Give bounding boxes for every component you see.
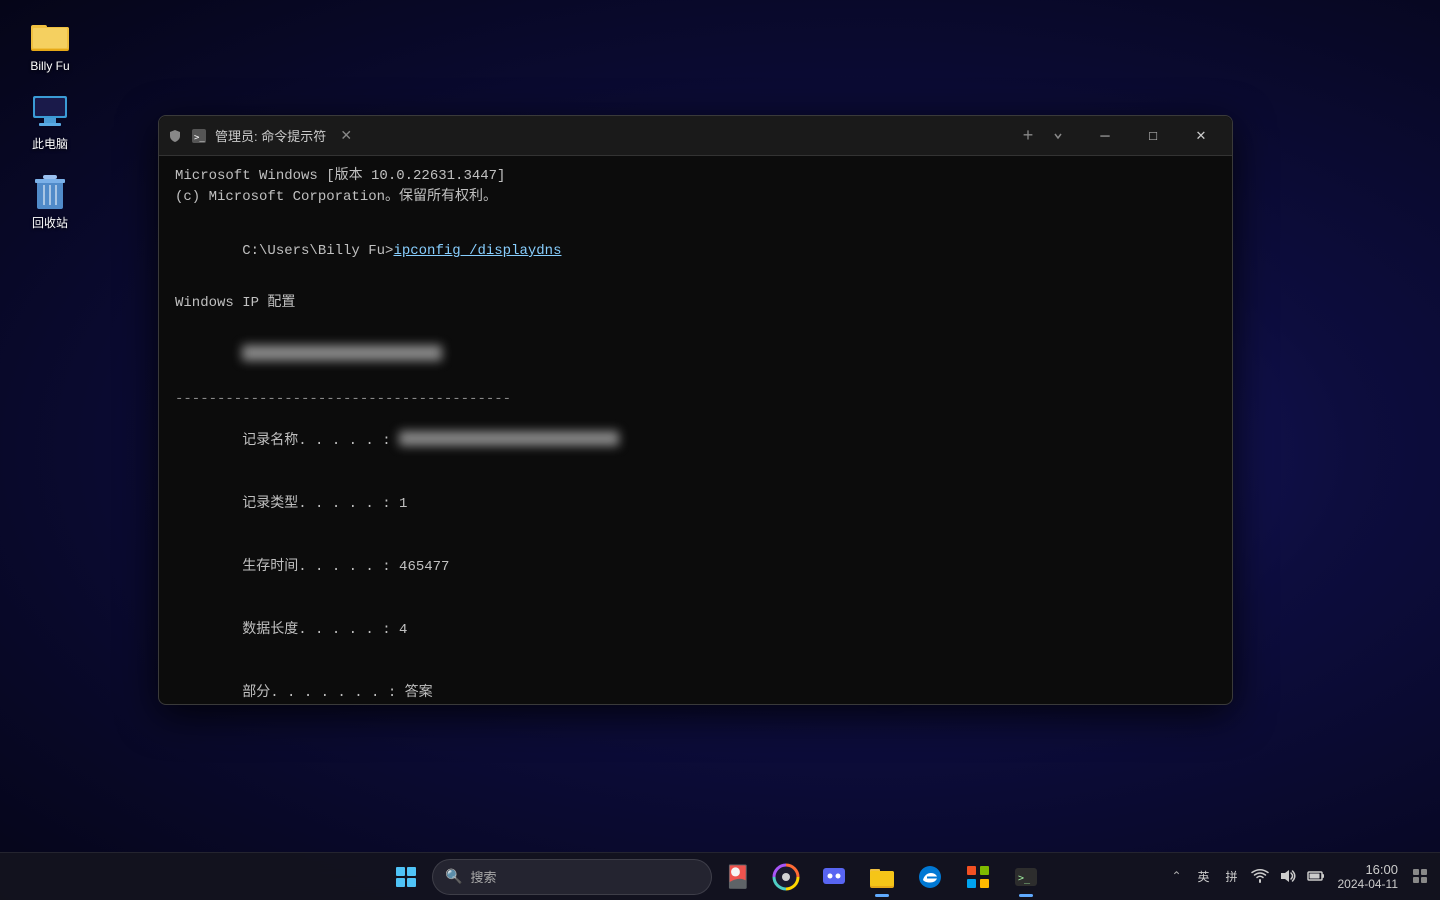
- new-tab-button[interactable]: +: [1014, 122, 1042, 150]
- record1-type: 记录类型. . . . . : 1: [175, 473, 1216, 536]
- this-pc-label: 此电脑: [32, 137, 68, 151]
- cmd-icon: >_: [191, 128, 207, 144]
- desktop-icon-recycle-bin[interactable]: 回收站: [10, 167, 90, 235]
- terminal-window: >_ 管理员: 命令提示符 ✕ + ─ □ ✕ Microsoft Window…: [158, 115, 1233, 705]
- title-bar: >_ 管理员: 命令提示符 ✕ + ─ □ ✕: [159, 116, 1232, 156]
- desktop-icons: Billy Fu 此电脑: [10, 10, 90, 235]
- file-explorer-button[interactable]: [860, 855, 904, 899]
- notification-button[interactable]: [1408, 864, 1432, 888]
- command-text: ipconfig /displaydns: [393, 243, 561, 259]
- start-button[interactable]: [384, 855, 428, 899]
- battery-icon[interactable]: [1304, 864, 1328, 888]
- taskbar-right: ⌃ 英 拼: [1048, 862, 1440, 892]
- terminal-tab-title: 管理员: 命令提示符: [215, 126, 326, 145]
- record1-ttl: 生存时间. . . . . : 465477: [175, 536, 1216, 599]
- store-button[interactable]: [956, 855, 1000, 899]
- search-box[interactable]: 🔍 搜索: [432, 859, 712, 895]
- separator1: ----------------------------------------: [175, 389, 1216, 410]
- clock-area[interactable]: 16:00 2024-04-11: [1334, 862, 1403, 892]
- prompt: C:\Users\Billy Fu>: [242, 243, 393, 259]
- chat-button[interactable]: [812, 855, 856, 899]
- wifi-icon[interactable]: [1248, 864, 1272, 888]
- copyright-line: (c) Microsoft Corporation。保留所有权利。: [175, 187, 1216, 208]
- lang-eng-label: 英: [1197, 868, 1209, 885]
- desktop-icon-billy-fu[interactable]: Billy Fu: [10, 10, 90, 78]
- taskbar: 🔍 搜索 🎴: [0, 852, 1440, 900]
- language-eng-icon[interactable]: 英: [1192, 864, 1216, 888]
- volume-icon[interactable]: [1276, 864, 1300, 888]
- svg-text:>_: >_: [1018, 873, 1031, 884]
- tab-dropdown-button[interactable]: [1046, 124, 1070, 148]
- edge-browser-button[interactable]: [908, 855, 952, 899]
- window-controls: ─ □ ✕: [1082, 120, 1224, 152]
- tray-expand-button[interactable]: ⌃: [1167, 869, 1185, 883]
- record1-sect: 部分. . . . . . . : 答案: [175, 662, 1216, 704]
- colorful-app-button[interactable]: [764, 855, 808, 899]
- svg-text:>_: >_: [194, 133, 205, 143]
- windows-version-line: Microsoft Windows [版本 10.0.22631.3447]: [175, 166, 1216, 187]
- tab-close-button[interactable]: ✕: [336, 126, 356, 146]
- search-label: 搜索: [470, 867, 496, 886]
- terminal-content[interactable]: Microsoft Windows [版本 10.0.22631.3447] (…: [159, 156, 1232, 704]
- folder-icon: [30, 15, 70, 55]
- desktop: Billy Fu 此电脑: [0, 0, 1440, 900]
- terminal-taskbar-button[interactable]: >_: [1004, 855, 1048, 899]
- ip-config-header: Windows IP 配置: [175, 293, 1216, 314]
- minimize-button[interactable]: ─: [1082, 120, 1128, 152]
- clock-date: 2024-04-11: [1338, 877, 1399, 891]
- clock-time: 16:00: [1365, 862, 1398, 878]
- record1-len: 数据长度. . . . . : 4: [175, 599, 1216, 662]
- section1-header: [175, 324, 1216, 387]
- record1-name: 记录名称. . . . . :: [175, 410, 1216, 473]
- system-tray: 英 拼: [1192, 864, 1328, 888]
- billy-fu-label: Billy Fu: [30, 59, 69, 73]
- widgets-button[interactable]: 🎴: [716, 855, 760, 899]
- close-button[interactable]: ✕: [1178, 120, 1224, 152]
- record1-ttl-val: 465477: [399, 559, 449, 575]
- recycle-bin-icon: [30, 172, 70, 212]
- record1-name-value: [399, 431, 619, 446]
- shield-icon: [167, 128, 183, 144]
- record1-type-val: 1: [399, 496, 407, 512]
- language-pin-icon[interactable]: 拼: [1220, 864, 1244, 888]
- recycle-bin-label: 回收站: [32, 216, 68, 230]
- search-icon: 🔍: [445, 868, 462, 885]
- record1-len-val: 4: [399, 622, 407, 638]
- taskbar-center: 🔍 搜索 🎴: [384, 855, 1048, 899]
- record1-sect-val: 答案: [405, 685, 433, 701]
- section1-blurred-name: [242, 345, 442, 361]
- maximize-button[interactable]: □: [1130, 120, 1176, 152]
- command-line: C:\Users\Billy Fu>ipconfig /displaydns: [175, 220, 1216, 283]
- lang-pin-label: 拼: [1225, 868, 1237, 885]
- desktop-icon-this-pc[interactable]: 此电脑: [10, 88, 90, 156]
- monitor-icon: [30, 93, 70, 133]
